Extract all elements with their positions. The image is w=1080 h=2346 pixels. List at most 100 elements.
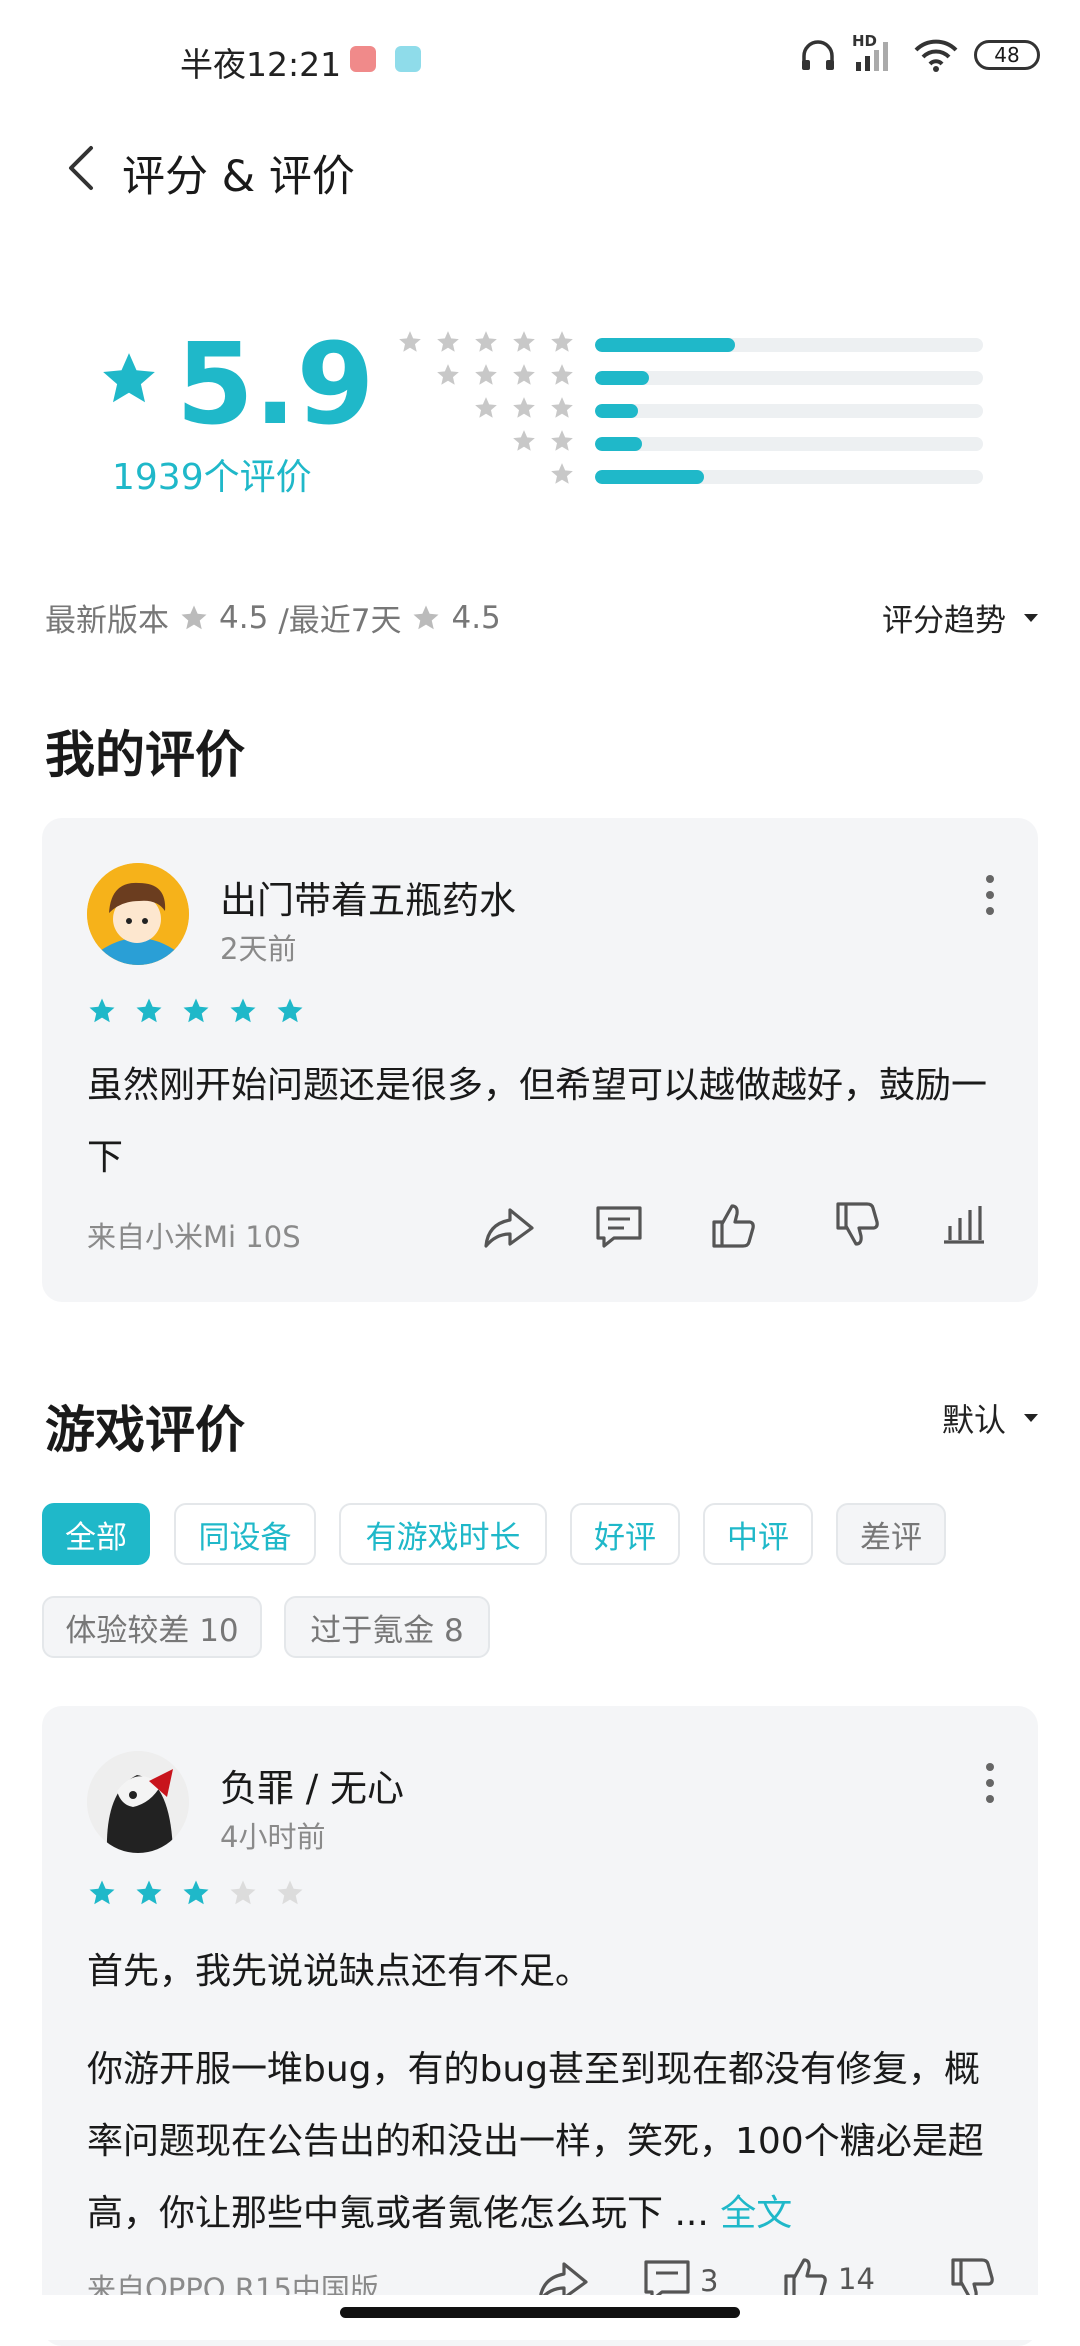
filter-chip-neutral[interactable]: 中评: [703, 1503, 813, 1565]
thumbs-up-icon[interactable]: [708, 1200, 758, 1250]
back-button[interactable]: [55, 138, 115, 198]
comment-count: 3: [700, 2264, 719, 2298]
version-rating-line: 最新版本 4.5 /最近7天 4.5: [45, 595, 501, 640]
home-indicator[interactable]: [340, 2307, 740, 2318]
review-paragraph-1: 首先，我先说说缺点还有不足。: [87, 1951, 592, 1992]
star-icon: [89, 1880, 115, 1905]
status-time: 半夜12:21: [180, 45, 342, 84]
star-icon: [183, 1880, 209, 1905]
star-icon: [551, 463, 573, 484]
distribution-bar: [595, 338, 983, 352]
star-icon: [277, 1880, 303, 1905]
star-icon: [513, 430, 535, 451]
wifi-icon: [914, 39, 958, 72]
avatar: [87, 1751, 189, 1853]
distribution-row-3-star: [390, 397, 990, 421]
sort-dropdown[interactable]: 默认: [942, 1395, 1040, 1441]
star-icon: [475, 364, 497, 385]
star-icon: [277, 998, 303, 1023]
app-notification-icon: [350, 46, 376, 72]
read-more-link[interactable]: 全文: [720, 2193, 792, 2234]
distribution-row-4-star: [390, 364, 990, 388]
review-count: 1939个评价: [112, 457, 312, 498]
caret-down-icon: [1024, 613, 1038, 622]
distribution-stars: [435, 362, 575, 388]
star-icon: [413, 605, 439, 629]
avatar: [87, 863, 189, 965]
star-icon: [183, 998, 209, 1023]
filter-chip-playtime[interactable]: 有游戏时长: [339, 1503, 547, 1565]
filter-chip-positive[interactable]: 好评: [570, 1503, 680, 1565]
star-icon: [136, 1880, 162, 1905]
avatar-cartoon: [87, 863, 189, 965]
stats-icon[interactable]: [942, 1202, 986, 1246]
filter-chip-all[interactable]: 全部: [42, 1503, 150, 1565]
distribution-bar: [595, 437, 983, 451]
review-stars: [87, 1878, 305, 1908]
my-review-title: 我的评价: [45, 726, 245, 784]
rating-trend-dropdown[interactable]: 评分趋势: [882, 595, 1040, 640]
star-icon: [551, 397, 573, 418]
review-stars: [87, 996, 305, 1026]
star-icon: [136, 998, 162, 1023]
header: 评分 & 评价: [0, 120, 1080, 220]
star-icon: [513, 364, 535, 385]
distribution-bar: [595, 404, 983, 418]
star-icon: [230, 998, 256, 1023]
review-username[interactable]: 出门带着五瓶药水: [220, 870, 516, 924]
thumbs-down-icon[interactable]: [832, 1200, 882, 1250]
caret-down-icon: [1024, 1414, 1038, 1422]
recent-score: 4.5: [451, 599, 501, 636]
review-paragraph-2-text: 你游开服一堆bug，有的bug甚至到现在都没有修复，概率问题现在公告出的和没出一…: [87, 2049, 984, 2234]
average-score: 5.9: [176, 320, 375, 450]
distribution-bar-fill: [595, 338, 735, 352]
star-icon: [89, 998, 115, 1023]
star-icon: [475, 397, 497, 418]
battery-icon: 48: [974, 40, 1040, 70]
star-icon: [475, 331, 497, 352]
sort-label: 默认: [941, 1401, 1006, 1439]
distribution-row-2-star: [390, 430, 990, 454]
battery-level: 48: [994, 43, 1020, 67]
star-icon: [551, 331, 573, 352]
distribution-bar: [595, 371, 983, 385]
filter-chip-pay-to-win[interactable]: 过于氪金 8: [284, 1596, 490, 1658]
star-icon: [513, 397, 535, 418]
distribution-bar-fill: [595, 371, 650, 385]
star-icon: [437, 364, 459, 385]
review-text: 虽然刚开始问题还是很多，但希望可以越做越好，鼓励一下: [87, 1065, 988, 1178]
share-icon[interactable]: [482, 1202, 536, 1252]
rating-trend-label: 评分趋势: [882, 603, 1006, 639]
latest-version-label: 最新版本: [45, 603, 169, 639]
distribution-bar-fill: [595, 437, 642, 451]
filter-chip-negative[interactable]: 差评: [836, 1503, 946, 1565]
game-reviews-title: 游戏评价: [45, 1401, 245, 1459]
star-icon: [437, 331, 459, 352]
star-icon: [551, 430, 573, 451]
more-options-icon[interactable]: [980, 873, 1000, 917]
star-icon: [551, 364, 573, 385]
star-icon: [103, 353, 155, 403]
more-options-icon[interactable]: [980, 1761, 1000, 1805]
like-count: 14: [838, 2262, 875, 2296]
signal-icon: HD: [852, 32, 898, 72]
distribution-stars: [511, 428, 575, 454]
review-username[interactable]: 负罪 / 无心: [220, 1758, 404, 1812]
page-title: 评分 & 评价: [122, 152, 355, 202]
headphones-icon: [802, 40, 834, 70]
my-review-card: 出门带着五瓶药水 2天前 虽然刚开始问题还是很多，但希望可以越做越好，鼓励一下 …: [42, 818, 1038, 1302]
status-bar: 半夜12:21 HD 48: [0, 0, 1080, 120]
distribution-row-1-star: [390, 463, 990, 487]
review-card: 负罪 / 无心 4小时前 首先，我先说说缺点还有不足。 你游开服一堆bug，有的…: [42, 1706, 1038, 2346]
star-icon: [513, 331, 535, 352]
distribution-stars: [473, 395, 575, 421]
distribution-bar-fill: [595, 404, 638, 418]
filter-chip-poor-experience[interactable]: 体验较差 10: [42, 1596, 262, 1658]
message-notification-icon: [395, 46, 421, 72]
filter-chip-same-device[interactable]: 同设备: [174, 1503, 316, 1565]
avatar-dark-art: [87, 1751, 189, 1853]
latest-version-score: 4.5: [219, 599, 269, 636]
recent-label: /最近7天: [278, 603, 402, 639]
comment-icon[interactable]: [594, 1202, 644, 1252]
distribution-bar: [595, 470, 983, 484]
